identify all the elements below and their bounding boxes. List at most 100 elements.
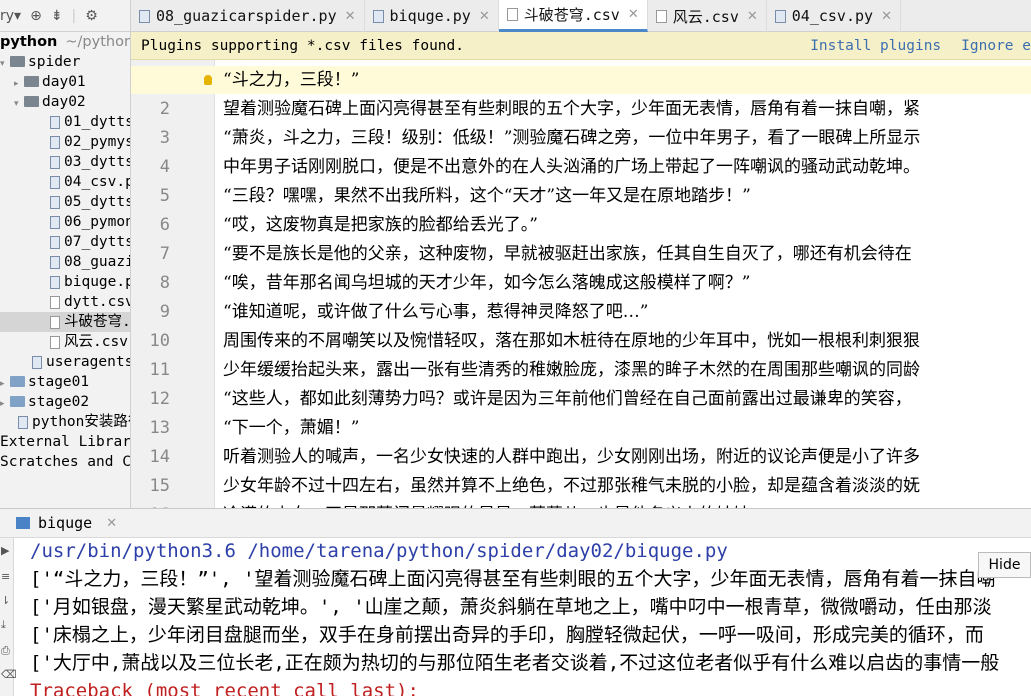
tree-item[interactable]: 05_dyttsp: [0, 192, 130, 212]
output-line: ['“斗之力，三段！”', '望着测验魔石碑上面闪亮得甚至有些刺眼的五个大字，少…: [30, 568, 996, 590]
code-editor[interactable]: “斗之力，三段！” 望着测验魔石碑上面闪亮得甚至有些刺眼的五个大字，少年面无表情，…: [216, 60, 1031, 508]
tree-item-label: biquge.py: [64, 274, 130, 290]
chevron-down-icon[interactable]: ▾: [0, 54, 10, 74]
chevron-right-icon[interactable]: ▸: [0, 374, 10, 394]
line-number: 14: [149, 447, 170, 467]
code-line: “哎，这废物真是把家族的脸都给丢光了。”: [223, 215, 538, 235]
tree-item[interactable]: 03_dyttsp: [0, 152, 130, 172]
tree-item-label: 02_pymysq: [64, 134, 130, 150]
separator: |: [71, 7, 77, 24]
tree-item[interactable]: Scratches and C: [0, 452, 131, 472]
tab-label: 08_guazicarspider.py: [156, 7, 337, 25]
gear-icon[interactable]: ⚙: [85, 8, 98, 24]
line-number: 13: [149, 418, 170, 438]
tree-item[interactable]: python ~/python: [0, 32, 130, 52]
close-icon[interactable]: ✕: [628, 7, 639, 22]
tree-item-label: python安装路径: [32, 414, 130, 430]
line-number: 3: [159, 128, 170, 148]
tree-item[interactable]: 04_csv.py: [0, 172, 130, 192]
tab-label: 斗破苍穹.csv: [523, 6, 620, 24]
line-number: 7: [159, 244, 170, 264]
editor-tab[interactable]: 风云.csv ✕: [648, 0, 767, 32]
code-line: “谁知道呢，或许做了什么亏心事，惹得神灵降怒了吧…”: [223, 302, 649, 322]
tree-item[interactable]: ▸ day01: [0, 72, 130, 94]
code-line: “唉，昔年那名闻乌坦城的天才少年，如今怎么落魄成这般模样了啊？”: [223, 273, 751, 293]
code-line: “这些人，都如此刻薄势力吗？或许是因为三年前他们曾经在自己面前露出过最谦卑的笑容…: [223, 389, 912, 409]
folder-icon: [10, 395, 25, 407]
tree-item-label: 风云.csv: [64, 334, 128, 350]
rerun-icon[interactable]: ▶: [1, 544, 12, 557]
tree-item[interactable]: ▸ stage01: [0, 372, 130, 394]
wrap-icon[interactable]: ⇂: [1, 594, 12, 607]
run-tool-header: biquge ✕: [0, 508, 1031, 538]
delete-icon[interactable]: ⌫: [1, 668, 17, 681]
chevron-right-icon[interactable]: ▸: [0, 394, 10, 414]
tree-item-label: Scratches and C: [0, 454, 131, 470]
tree-item-label: python: [0, 34, 58, 50]
tree-item[interactable]: ▾ spider: [0, 52, 130, 74]
tree-item[interactable]: ▸ stage02: [0, 392, 130, 414]
chevron-down-icon[interactable]: ▾: [14, 94, 24, 114]
print-icon[interactable]: ⎙: [1, 644, 12, 658]
close-icon[interactable]: ✕: [747, 9, 758, 24]
tree-item[interactable]: 02_pymysq: [0, 132, 130, 152]
close-icon[interactable]: ✕: [881, 9, 892, 24]
tree-item-label: spider: [28, 54, 81, 70]
close-icon[interactable]: ✕: [106, 516, 117, 531]
python-file-icon: [50, 195, 60, 209]
close-icon[interactable]: ✕: [479, 9, 490, 24]
editor-tab[interactable]: biquge.py ✕: [365, 0, 499, 32]
tab-label: 04_csv.py: [791, 7, 874, 25]
tree-item[interactable]: dytt.csv: [0, 292, 130, 312]
tree-item-label: stage02: [28, 394, 90, 410]
python-file-icon: [50, 215, 60, 229]
folder-icon: [10, 375, 25, 387]
hide-button[interactable]: Hide: [978, 552, 1031, 578]
editor-tab[interactable]: 08_guazicarspider.py ✕: [131, 0, 365, 32]
tree-item[interactable]: 斗破苍穹.c: [0, 312, 130, 332]
tree-item-label: useragents.: [46, 354, 130, 370]
editor-tab[interactable]: 斗破苍穹.csv ✕: [498, 0, 648, 32]
tree-item[interactable]: 01_dyttsp: [0, 112, 130, 132]
code-line: “要不是族长是他的父亲，这种废物，早就被驱赶出家族，任其自生自灭了，哪还有机会待…: [223, 244, 912, 264]
run-output[interactable]: /usr/bin/python3.6 /home/tarena/python/s…: [14, 538, 1031, 696]
editor-tab[interactable]: 04_csv.py ✕: [767, 0, 901, 32]
run-tab-title[interactable]: biquge: [38, 514, 92, 532]
line-number: 12: [149, 389, 170, 409]
target-icon[interactable]: ⊕: [30, 8, 42, 24]
tree-item[interactable]: 07_dyttsp: [0, 232, 130, 252]
python-file-icon: [372, 9, 384, 23]
tree-item[interactable]: 06_pymong: [0, 212, 130, 232]
tree-item[interactable]: useragents.: [0, 352, 130, 372]
python-file-icon: [50, 235, 60, 249]
tree-item-label: External Librar: [0, 434, 131, 450]
tree-item[interactable]: External Librar: [0, 432, 131, 452]
install-plugins-link[interactable]: Install plugins: [810, 38, 941, 54]
tree-item-label: stage01: [28, 374, 90, 390]
tab-label: biquge.py: [389, 7, 471, 25]
close-icon[interactable]: ✕: [345, 9, 356, 24]
line-number: 4: [159, 157, 170, 177]
chevron-right-icon[interactable]: ▸: [14, 74, 24, 94]
tree-item[interactable]: python安装路径: [0, 412, 130, 432]
soft-wrap-icon[interactable]: ≡: [1, 570, 12, 583]
tree-item[interactable]: 风云.csv: [0, 332, 130, 352]
project-view-dropdown[interactable]: ry▾: [0, 8, 21, 24]
tree-item[interactable]: 08_guazic: [0, 252, 130, 272]
tree-item-label: 04_csv.py: [64, 174, 130, 190]
scroll-to-end-icon[interactable]: ⤓: [1, 618, 12, 632]
tree-item-label: 08_guazic: [64, 254, 130, 270]
tree-item[interactable]: ▾ day02: [0, 92, 130, 114]
tab-label: 风云.csv: [672, 7, 739, 26]
tree-item-label: 06_pymong: [64, 214, 130, 230]
collapse-split-icon[interactable]: ⇟: [51, 8, 63, 24]
tree-item[interactable]: biquge.py: [0, 272, 130, 292]
python-file-icon: [18, 415, 28, 429]
csv-file-icon: [50, 335, 60, 349]
line-number-gutter: 12345678910111213141516: [131, 60, 215, 525]
lightbulb-icon[interactable]: [204, 75, 212, 85]
code-line: 听着测验人的喊声，一名少女快速的人群中跑出，少女刚刚出场，附近的议论声便是小了许…: [223, 447, 920, 467]
line-number: 6: [159, 215, 170, 235]
ignore-extension-link[interactable]: Ignore e: [961, 38, 1031, 54]
code-line: “三段？嘿嘿，果然不出我所料，这个“天才”这一年又是在原地踏步！”: [223, 186, 751, 206]
